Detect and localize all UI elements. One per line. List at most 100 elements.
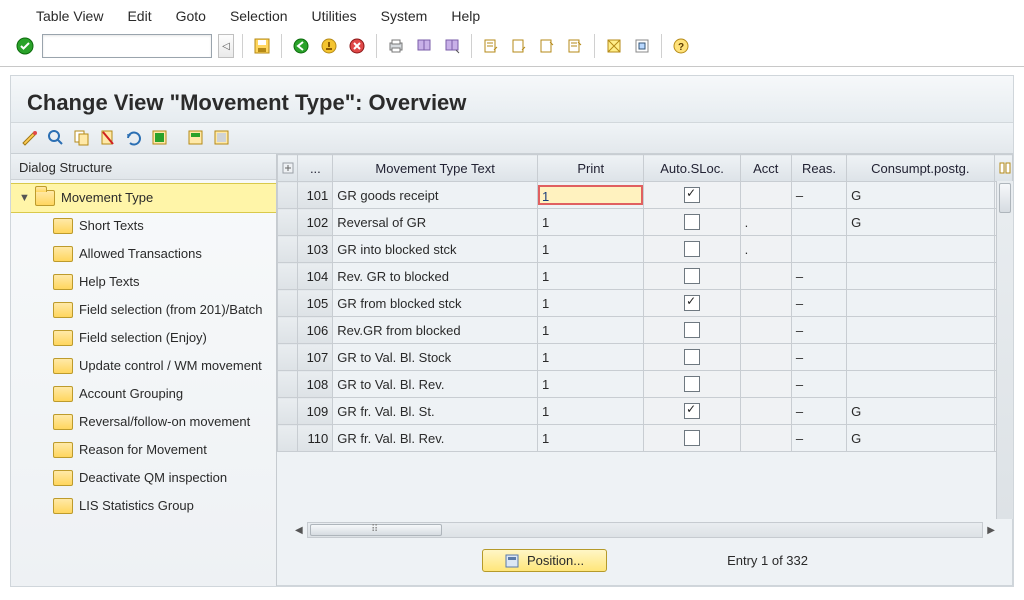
cell-auto-sloc[interactable] (644, 317, 740, 344)
checkbox[interactable] (684, 322, 700, 338)
cell-auto-sloc[interactable] (644, 182, 740, 209)
menu-goto[interactable]: Goto (176, 8, 206, 24)
hscroll-thumb[interactable] (310, 524, 442, 536)
cancel-icon[interactable] (346, 35, 368, 57)
cell-auto-sloc[interactable] (644, 344, 740, 371)
delete-icon[interactable] (99, 129, 117, 147)
find-icon[interactable] (413, 35, 435, 57)
cell-auto-sloc[interactable] (644, 263, 740, 290)
select-block-icon[interactable] (187, 129, 205, 147)
cell-print[interactable]: 1 (538, 263, 644, 290)
back-icon[interactable] (290, 35, 312, 57)
menu-help[interactable]: Help (451, 8, 480, 24)
new-session-icon[interactable] (603, 35, 625, 57)
checkbox[interactable] (684, 241, 700, 257)
details-icon[interactable] (47, 129, 65, 147)
scroll-thumb[interactable] (999, 183, 1011, 213)
hscroll-left-icon[interactable]: ◀ (295, 525, 303, 536)
hscroll-right-icon[interactable]: ▶ (987, 525, 995, 536)
cell-print[interactable]: 1 (538, 290, 644, 317)
col-row-selector[interactable] (278, 155, 298, 182)
menu-system[interactable]: System (381, 8, 428, 24)
print-icon[interactable] (385, 35, 407, 57)
cell-print[interactable]: 1 (538, 344, 644, 371)
tree-node[interactable]: Field selection (Enjoy) (11, 324, 276, 352)
cell-print[interactable]: 1 (538, 398, 644, 425)
copy-icon[interactable] (73, 129, 91, 147)
print-input[interactable]: 1▤ (538, 185, 643, 205)
position-button[interactable]: Position... (482, 549, 607, 572)
checkbox[interactable] (684, 376, 700, 392)
row-selector[interactable] (278, 209, 298, 236)
cell-auto-sloc[interactable] (644, 209, 740, 236)
prev-page-icon[interactable] (508, 35, 530, 57)
row-selector[interactable] (278, 371, 298, 398)
row-selector[interactable] (278, 317, 298, 344)
col-auto-sloc[interactable]: Auto.SLoc. (644, 155, 740, 182)
row-selector[interactable] (278, 425, 298, 452)
exit-icon[interactable] (318, 35, 340, 57)
cell-auto-sloc[interactable] (644, 371, 740, 398)
row-selector[interactable] (278, 344, 298, 371)
cell-auto-sloc[interactable] (644, 236, 740, 263)
col-consumpt[interactable]: Consumpt.postg. (847, 155, 994, 182)
last-page-icon[interactable] (564, 35, 586, 57)
tree-node[interactable]: LIS Statistics Group (11, 492, 276, 520)
save-icon[interactable] (251, 35, 273, 57)
menu-edit[interactable]: Edit (127, 8, 151, 24)
checkbox[interactable] (684, 430, 700, 446)
row-selector[interactable] (278, 263, 298, 290)
checkbox[interactable] (684, 268, 700, 284)
col-configure[interactable] (994, 155, 1012, 182)
change-icon[interactable] (21, 129, 39, 147)
row-selector[interactable] (278, 236, 298, 263)
tree-node[interactable]: Help Texts (11, 268, 276, 296)
tree-node[interactable]: Short Texts (11, 212, 276, 240)
checkbox[interactable] (684, 349, 700, 365)
col-print[interactable]: Print (538, 155, 644, 182)
row-selector[interactable] (278, 398, 298, 425)
deselect-all-icon[interactable] (213, 129, 231, 147)
tree-node[interactable]: Account Grouping (11, 380, 276, 408)
cell-print[interactable]: 1 (538, 317, 644, 344)
tree-node-movement-type[interactable]: ▼ Movement Type (11, 184, 276, 212)
next-page-icon[interactable] (536, 35, 558, 57)
command-field[interactable] (42, 34, 212, 58)
menu-table-view[interactable]: Table View (36, 8, 103, 24)
checkbox[interactable] (684, 214, 700, 230)
select-all-icon[interactable] (151, 129, 169, 147)
tree-node[interactable]: Deactivate QM inspection (11, 464, 276, 492)
cell-auto-sloc[interactable] (644, 398, 740, 425)
cell-auto-sloc[interactable] (644, 425, 740, 452)
command-go-icon[interactable]: ◁ (218, 34, 234, 58)
cell-auto-sloc[interactable] (644, 290, 740, 317)
checkbox[interactable] (684, 403, 700, 419)
cell-print[interactable]: 1 (538, 209, 644, 236)
menu-utilities[interactable]: Utilities (312, 8, 357, 24)
undo-icon[interactable] (125, 129, 143, 147)
find-next-icon[interactable] (441, 35, 463, 57)
help-icon[interactable]: ? (670, 35, 692, 57)
row-selector[interactable] (278, 290, 298, 317)
tree-node[interactable]: Reason for Movement (11, 436, 276, 464)
col-reas[interactable]: Reas. (791, 155, 846, 182)
cell-print[interactable]: 1▤ (538, 182, 644, 209)
check-circle-icon[interactable] (14, 35, 36, 57)
col-acct[interactable]: Acct (740, 155, 791, 182)
col-mvt-text[interactable]: Movement Type Text (333, 155, 538, 182)
tree-node[interactable]: Field selection (from 201)/Batch (11, 296, 276, 324)
tree-node[interactable]: Reversal/follow-on movement (11, 408, 276, 436)
checkbox[interactable] (684, 187, 700, 203)
col-code[interactable]: ... (298, 155, 333, 182)
horizontal-scrollbar[interactable] (307, 522, 984, 538)
checkbox[interactable] (684, 295, 700, 311)
menu-selection[interactable]: Selection (230, 8, 288, 24)
cell-print[interactable]: 1 (538, 371, 644, 398)
tree-node[interactable]: Update control / WM movement (11, 352, 276, 380)
f4-help-icon[interactable]: ▤ (643, 186, 644, 208)
row-selector[interactable] (278, 182, 298, 209)
shortcut-icon[interactable] (631, 35, 653, 57)
tree-node[interactable]: Allowed Transactions (11, 240, 276, 268)
cell-print[interactable]: 1 (538, 425, 644, 452)
cell-print[interactable]: 1 (538, 236, 644, 263)
